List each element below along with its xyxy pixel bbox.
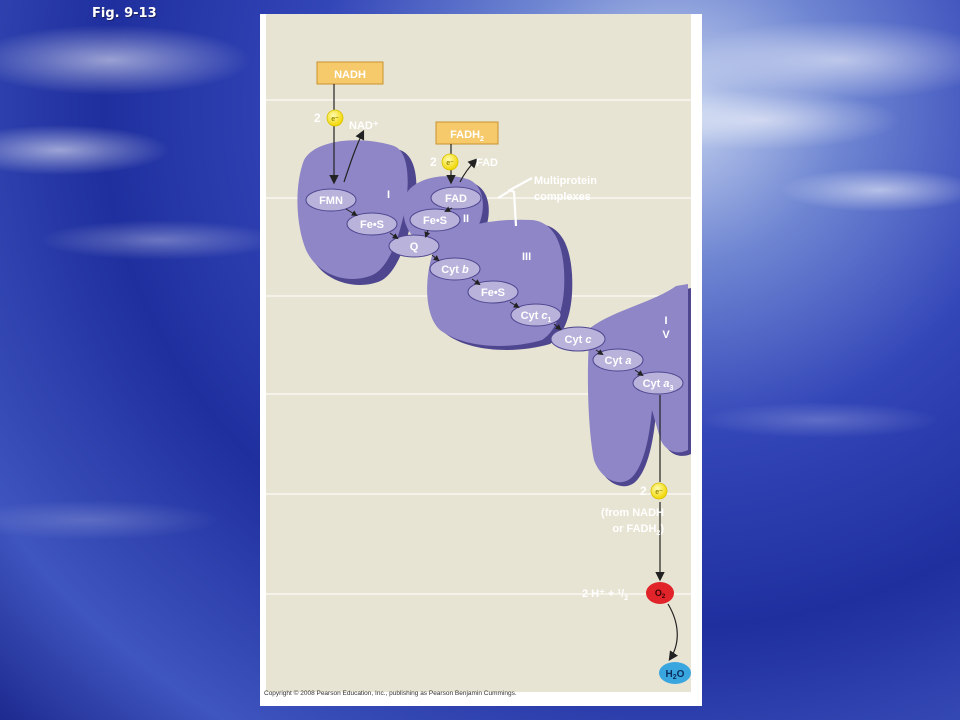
complex-iii-label: III bbox=[522, 251, 531, 263]
fadh2-label: FADH2 bbox=[450, 129, 484, 143]
complex-iv-label-line1: I bbox=[664, 315, 667, 327]
multiprotein-label-line2: complexes bbox=[534, 191, 591, 203]
complex-ii-label: II bbox=[463, 213, 469, 225]
cyt-b-label: Cyt b bbox=[441, 264, 469, 276]
cyt-c1-label: Cyt c1 bbox=[521, 310, 552, 324]
fad-out-label: FAD bbox=[476, 157, 498, 169]
electron-count-2: 2 bbox=[430, 155, 437, 169]
figure-panel: NADH 2 e⁻ NAD⁺ FADH2 2 e⁻ FAD Multiprote… bbox=[260, 14, 702, 706]
electron-count-3: 2 bbox=[640, 484, 647, 498]
nadh-label: NADH bbox=[334, 69, 366, 81]
fes-label-1: Fe•S bbox=[360, 219, 384, 231]
multiprotein-label-line1: Multiprotein bbox=[534, 175, 597, 187]
copyright-notice: Copyright © 2008 Pearson Education, Inc.… bbox=[264, 690, 517, 697]
cyt-c-label: Cyt c bbox=[565, 334, 592, 346]
oxygen-equation-prefix: 2 H⁺ + ¹/2 bbox=[582, 588, 628, 602]
q-label: Q bbox=[410, 241, 419, 253]
cyt-a-label: Cyt a bbox=[605, 355, 632, 367]
complex-i-label: I bbox=[387, 189, 390, 201]
electron-symbol-2: e⁻ bbox=[446, 160, 454, 167]
complex-iv-label-line2: V bbox=[662, 329, 670, 341]
fes-label-3: Fe•S bbox=[481, 287, 505, 299]
electron-symbol-1: e⁻ bbox=[331, 116, 339, 123]
source-note-line1: (from NADH bbox=[601, 507, 664, 519]
electron-symbol-3: e⁻ bbox=[655, 489, 663, 496]
fad-complex-label: FAD bbox=[445, 193, 467, 205]
electron-transport-chain-diagram: NADH 2 e⁻ NAD⁺ FADH2 2 e⁻ FAD Multiprote… bbox=[266, 14, 691, 692]
nad-plus-label: NAD⁺ bbox=[349, 120, 379, 132]
cyt-a3-label: Cyt a3 bbox=[643, 378, 674, 392]
fmn-label: FMN bbox=[319, 195, 343, 207]
fes-label-2: Fe•S bbox=[423, 215, 447, 227]
slide-title: Fig. 9-13 bbox=[92, 6, 157, 21]
electron-count-1: 2 bbox=[314, 111, 321, 125]
